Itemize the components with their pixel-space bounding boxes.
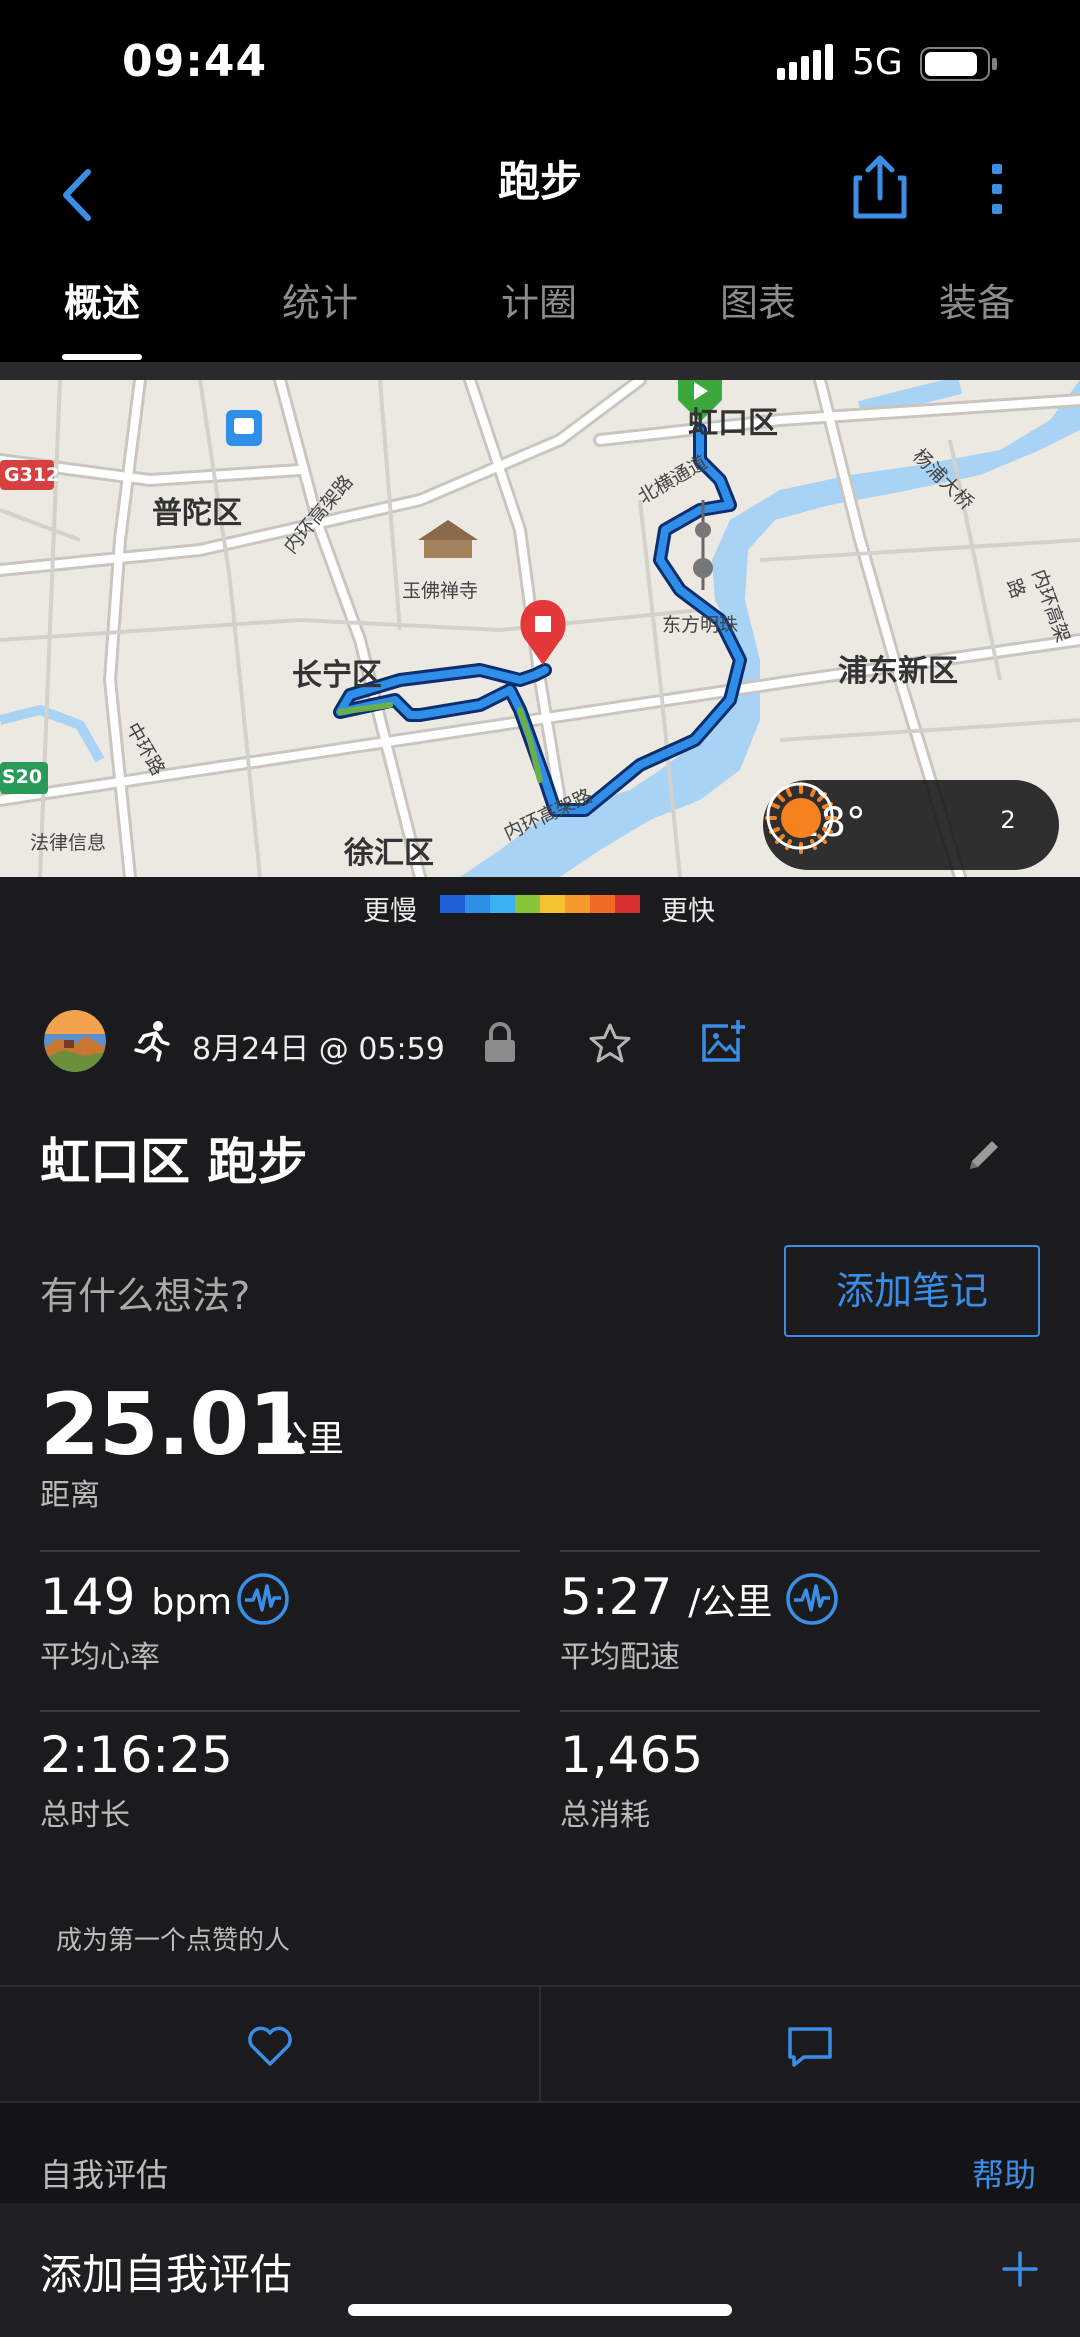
map-label-jade-temple: 玉佛禅寺 (402, 580, 479, 602)
add-self-eval-row[interactable]: 添加自我评估 (0, 2203, 1080, 2337)
share-button[interactable] (848, 142, 912, 232)
legend-color-swatch (465, 895, 490, 913)
page-title: 跑步 (497, 157, 582, 206)
legend-slow-label: 更慢 (363, 896, 417, 927)
legend-color-swatch (565, 895, 590, 913)
avg-pace-number: 5:27 (560, 1568, 673, 1626)
calories-label: 总消耗 (560, 1798, 650, 1833)
signal-icon (777, 44, 833, 80)
map-label-road: 法律信息 (30, 832, 107, 854)
add-note-button[interactable]: 添加笔记 (784, 1245, 1040, 1337)
legend-color-swatch (440, 895, 465, 913)
wind-dial-icon (766, 782, 834, 850)
active-tab-indicator (62, 354, 142, 360)
map-label-hongkou: 虹口区 (688, 406, 778, 441)
map-label-xuhui: 徐汇区 (344, 836, 434, 871)
weather-badge: 28° 2 (763, 780, 1059, 870)
heart-rate-chart-icon[interactable] (236, 1572, 290, 1626)
avg-heart-rate-unit: bpm (151, 1582, 233, 1623)
self-eval-section-title: 自我评估 (40, 2156, 169, 2194)
kudos-text: 成为第一个点赞的人 (56, 1926, 291, 1956)
activity-title: 虹口区 跑步 (40, 1133, 308, 1191)
heart-icon (248, 2026, 292, 2066)
tab-overview[interactable]: 概述 (22, 272, 182, 362)
map-label-pearl-tower: 东方明珠 (662, 614, 739, 636)
social-actions (0, 1985, 1080, 2103)
avg-pace-unit: /公里 (688, 1582, 773, 1623)
legend-color-scale (440, 895, 640, 913)
comment-icon (788, 2027, 832, 2067)
avg-pace-value: 5:27 /公里 (560, 1568, 772, 1626)
map-shield-g312: G312 (4, 464, 60, 486)
duration-value: 2:16:25 (40, 1726, 233, 1784)
distance-unit: 公里 (272, 1419, 345, 1460)
status-bar: 09:44 5G (0, 0, 1080, 130)
map-label-putuo: 普陀区 (152, 496, 242, 531)
avg-heart-rate-label: 平均心率 (40, 1640, 160, 1675)
duration-label: 总时长 (40, 1798, 130, 1833)
tab-gear[interactable]: 装备 (897, 272, 1057, 362)
home-indicator[interactable] (348, 2304, 732, 2316)
star-icon[interactable] (588, 1022, 632, 1064)
battery-icon (920, 47, 997, 81)
comment-button[interactable] (541, 1987, 1080, 2101)
notes-prompt: 有什么想法? (40, 1274, 251, 1318)
legend-fast-label: 更快 (661, 896, 715, 927)
legend-color-swatch (615, 895, 640, 913)
distance-value: 25.01 (40, 1375, 308, 1475)
avg-heart-rate-value: 149 bpm (40, 1568, 232, 1626)
activity-date: 8月24日 @ 05:59 (192, 1032, 445, 1067)
divider (560, 1550, 1040, 1552)
pace-chart-icon[interactable] (785, 1572, 839, 1626)
speed-legend: 更慢 更快 (0, 877, 1080, 937)
divider (0, 362, 1080, 380)
plus-icon[interactable] (1000, 2249, 1040, 2289)
more-options-button[interactable] (978, 142, 1018, 232)
map-label-changning: 长宁区 (292, 658, 382, 693)
running-icon (134, 1021, 170, 1062)
tab-bar: 概述 统计 计圈 图表 装备 (0, 260, 1080, 362)
nav-bar: 跑步 (0, 130, 1080, 260)
tab-stats[interactable]: 统计 (240, 272, 400, 362)
activity-header: 8月24日 @ 05:59 (0, 1010, 1080, 1080)
divider (40, 1550, 520, 1552)
wind-level: 2 (1000, 806, 1016, 834)
distance-label: 距离 (40, 1478, 100, 1513)
avg-pace-label: 平均配速 (560, 1640, 680, 1675)
divider (560, 1710, 1040, 1712)
route-map[interactable]: 普陀区 长宁区 徐汇区 浦东新区 虹口区 玉佛禅寺 东方明珠 内环高架路 内环高… (0, 380, 1080, 877)
lock-icon[interactable] (482, 1020, 518, 1064)
calories-value: 1,465 (560, 1726, 704, 1784)
legend-color-swatch (590, 895, 615, 913)
add-self-eval-label: 添加自我评估 (40, 2250, 293, 2299)
network-label: 5G (852, 42, 903, 83)
help-link[interactable]: 帮助 (972, 2150, 1036, 2196)
avg-heart-rate-number: 149 (40, 1568, 136, 1626)
avatar[interactable] (44, 1010, 106, 1072)
map-shield-s20: S20 (2, 766, 43, 788)
legend-color-swatch (515, 895, 540, 913)
divider (40, 1710, 520, 1712)
like-button[interactable] (0, 1987, 539, 2101)
status-time: 09:44 (122, 36, 268, 87)
legend-color-swatch (490, 895, 515, 913)
tab-laps[interactable]: 计圈 (459, 272, 619, 362)
edit-icon[interactable] (964, 1135, 1004, 1175)
legend-color-swatch (540, 895, 565, 913)
add-photo-icon[interactable] (700, 1018, 746, 1064)
tab-charts[interactable]: 图表 (678, 272, 838, 362)
map-label-pudong: 浦东新区 (838, 654, 958, 689)
